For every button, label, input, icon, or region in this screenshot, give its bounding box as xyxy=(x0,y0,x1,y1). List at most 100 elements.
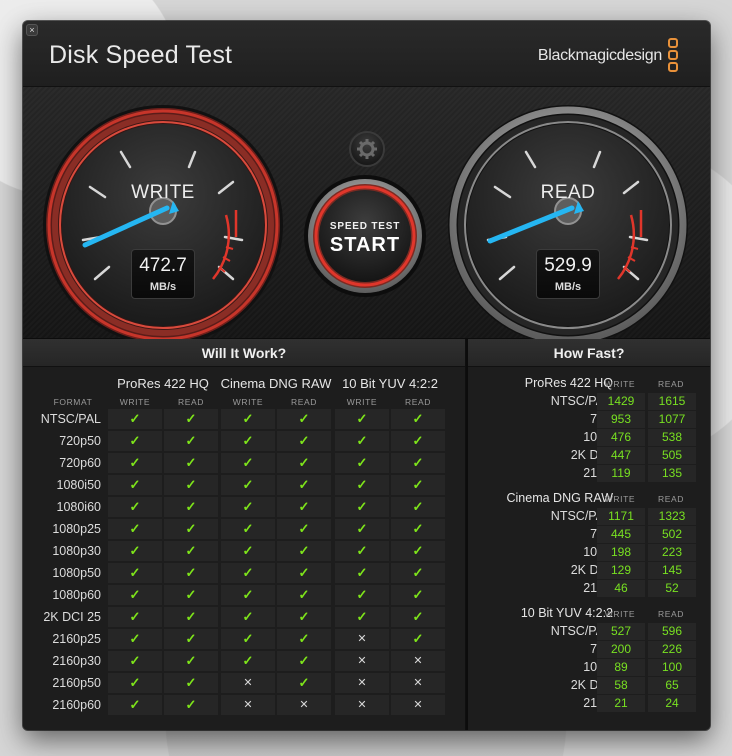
check-icon: ✓ xyxy=(164,563,218,583)
check-icon: ✓ xyxy=(335,431,389,451)
check-icon: ✓ xyxy=(277,541,331,561)
check-icon: ✓ xyxy=(221,497,275,517)
write-speed-cell: 1171 xyxy=(597,508,645,525)
check-icon: ✓ xyxy=(221,409,275,429)
write-speed-cell: 129 xyxy=(597,562,645,579)
how-fast-group-header: 10 Bit YUV 4:2:2 xyxy=(520,606,613,620)
format-column-header: FORMAT xyxy=(53,397,93,407)
format-row-label: 2K DCI 25 xyxy=(43,610,101,624)
read-speed-unit: MB/s xyxy=(554,281,582,293)
check-icon: ✓ xyxy=(221,541,275,561)
check-icon: ✓ xyxy=(391,453,445,473)
check-icon: ✓ xyxy=(277,563,331,583)
check-icon: ✓ xyxy=(164,497,218,517)
settings-button[interactable] xyxy=(351,133,384,166)
format-row-label: NTSC/PAL xyxy=(40,412,101,426)
read-speed-cell: 52 xyxy=(648,580,696,597)
check-icon: ✓ xyxy=(391,475,445,495)
format-row-label: 1080p60 xyxy=(52,588,101,602)
write-speed-cell: 445 xyxy=(597,526,645,543)
format-row-label: 2160p50 xyxy=(52,676,101,690)
read-speed-cell: 100 xyxy=(648,659,696,676)
format-row-label: 1080i50 xyxy=(56,478,102,492)
check-icon: ✓ xyxy=(108,475,162,495)
write-column-header: WRITE xyxy=(346,397,378,407)
check-icon: ✓ xyxy=(108,541,162,561)
write-speed-cell: 476 xyxy=(597,429,645,446)
how-fast-write-header: WRITE xyxy=(604,609,636,619)
check-icon: ✓ xyxy=(277,585,331,605)
check-icon: ✓ xyxy=(221,431,275,451)
check-icon: ✓ xyxy=(335,409,389,429)
check-icon: ✓ xyxy=(391,497,445,517)
check-icon: ✓ xyxy=(391,541,445,561)
write-speed-cell: 89 xyxy=(597,659,645,676)
will-it-work-group-header: 10 Bit YUV 4:2:2 xyxy=(342,376,438,391)
will-it-work-group-header: Cinema DNG RAW xyxy=(220,376,332,391)
write-speed-cell: 200 xyxy=(597,641,645,658)
check-icon: ✓ xyxy=(108,519,162,539)
brand-logo-icon xyxy=(668,38,680,74)
how-fast-group-header: ProRes 422 HQ xyxy=(524,376,613,390)
how-fast-read-header: READ xyxy=(657,494,685,504)
format-row-label: 2160p30 xyxy=(52,654,101,668)
title-bar: Disk Speed Test Blackmagicdesign xyxy=(23,21,710,87)
check-icon: ✓ xyxy=(277,673,331,693)
brand-name: Blackmagicdesign xyxy=(537,47,662,64)
check-icon: ✓ xyxy=(335,585,389,605)
write-speed-cell: 447 xyxy=(597,447,645,464)
close-button[interactable]: × xyxy=(26,24,38,36)
check-icon: ✓ xyxy=(164,585,218,605)
app-window: Disk Speed Test Blackmagicdesign × WRITE… xyxy=(23,21,710,730)
check-icon: ✓ xyxy=(108,629,162,649)
cross-icon: ✕ xyxy=(391,651,445,671)
read-column-header: READ xyxy=(177,397,205,407)
format-row-label: 720p60 xyxy=(59,456,101,470)
cross-icon: ✕ xyxy=(221,695,275,715)
write-speed-cell: 198 xyxy=(597,544,645,561)
check-icon: ✓ xyxy=(277,475,331,495)
check-icon: ✓ xyxy=(108,409,162,429)
check-icon: ✓ xyxy=(221,629,275,649)
app-title: Disk Speed Test xyxy=(49,41,233,69)
check-icon: ✓ xyxy=(391,585,445,605)
check-icon: ✓ xyxy=(108,673,162,693)
read-gauge xyxy=(448,105,688,339)
check-icon: ✓ xyxy=(391,607,445,627)
cross-icon: ✕ xyxy=(335,673,389,693)
check-icon: ✓ xyxy=(277,629,331,649)
check-icon: ✓ xyxy=(164,541,218,561)
check-icon: ✓ xyxy=(164,629,218,649)
read-speed-cell: 596 xyxy=(648,623,696,640)
read-speed-cell: 1323 xyxy=(648,508,696,525)
cross-icon: ✕ xyxy=(277,695,331,715)
start-button[interactable] xyxy=(306,177,424,295)
check-icon: ✓ xyxy=(335,519,389,539)
check-icon: ✓ xyxy=(335,607,389,627)
write-speed-unit: MB/s xyxy=(149,281,177,293)
cross-icon: ✕ xyxy=(391,695,445,715)
check-icon: ✓ xyxy=(221,563,275,583)
check-icon: ✓ xyxy=(277,607,331,627)
check-icon: ✓ xyxy=(164,475,218,495)
cross-icon: ✕ xyxy=(335,695,389,715)
read-speed-cell: 145 xyxy=(648,562,696,579)
check-icon: ✓ xyxy=(221,519,275,539)
check-icon: ✓ xyxy=(335,453,389,473)
format-row-label: 720p50 xyxy=(59,434,101,448)
will-it-work-title: Will It Work? xyxy=(23,339,465,367)
format-row-label: 1080p30 xyxy=(52,544,101,558)
check-icon: ✓ xyxy=(277,519,331,539)
check-icon: ✓ xyxy=(108,497,162,517)
read-readout: 529.9 MB/s xyxy=(536,249,600,299)
check-icon: ✓ xyxy=(277,409,331,429)
how-fast-read-header: READ xyxy=(657,379,685,389)
check-icon: ✓ xyxy=(108,585,162,605)
check-icon: ✓ xyxy=(335,475,389,495)
read-gauge-label: READ xyxy=(540,182,596,203)
check-icon: ✓ xyxy=(391,519,445,539)
check-icon: ✓ xyxy=(164,431,218,451)
write-readout: 472.7 MB/s xyxy=(131,249,195,299)
check-icon: ✓ xyxy=(108,695,162,715)
check-icon: ✓ xyxy=(108,563,162,583)
